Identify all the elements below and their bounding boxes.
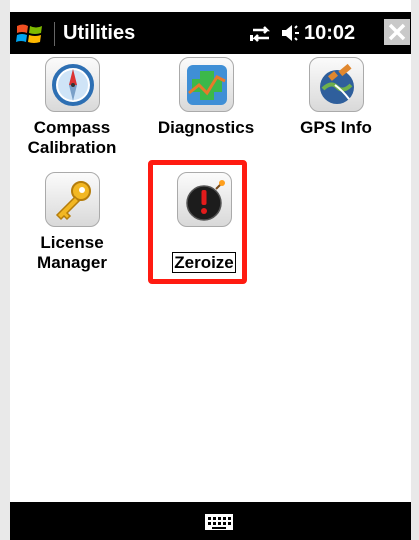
close-button[interactable] (384, 19, 410, 45)
connectivity-icon[interactable] (249, 25, 273, 43)
app-label: Diagnostics (157, 118, 255, 137)
app-label: Compass Calibration (27, 118, 117, 157)
selection-highlight (148, 160, 247, 284)
app-license-manager[interactable]: License Manager (18, 172, 126, 273)
window-title: Utilities (63, 22, 136, 44)
app-compass-calibration[interactable]: Compass Calibration (18, 57, 126, 158)
bottom-menu-bar (10, 502, 411, 540)
app-label: GPS Info (300, 118, 372, 137)
title-bar: Utilities 10:02 (10, 12, 411, 54)
clock[interactable]: 10:02 (304, 22, 355, 45)
right-frame (411, 0, 419, 540)
compass-icon (44, 57, 100, 112)
app-diagnostics[interactable]: Diagnostics (146, 57, 266, 138)
app-grid: Compass Calibration Diagnostics GPS Info (10, 54, 411, 502)
left-frame (0, 0, 10, 540)
windows-start-icon[interactable] (15, 20, 45, 48)
app-label: License Manager (37, 233, 107, 272)
key-icon (44, 172, 100, 227)
close-icon (388, 23, 406, 41)
keyboard-icon[interactable] (204, 513, 234, 531)
volume-icon[interactable] (280, 22, 300, 44)
title-separator (54, 22, 55, 46)
diagnostics-icon (178, 57, 234, 112)
app-gps-info[interactable]: GPS Info (284, 57, 388, 138)
satellite-icon (308, 57, 364, 112)
